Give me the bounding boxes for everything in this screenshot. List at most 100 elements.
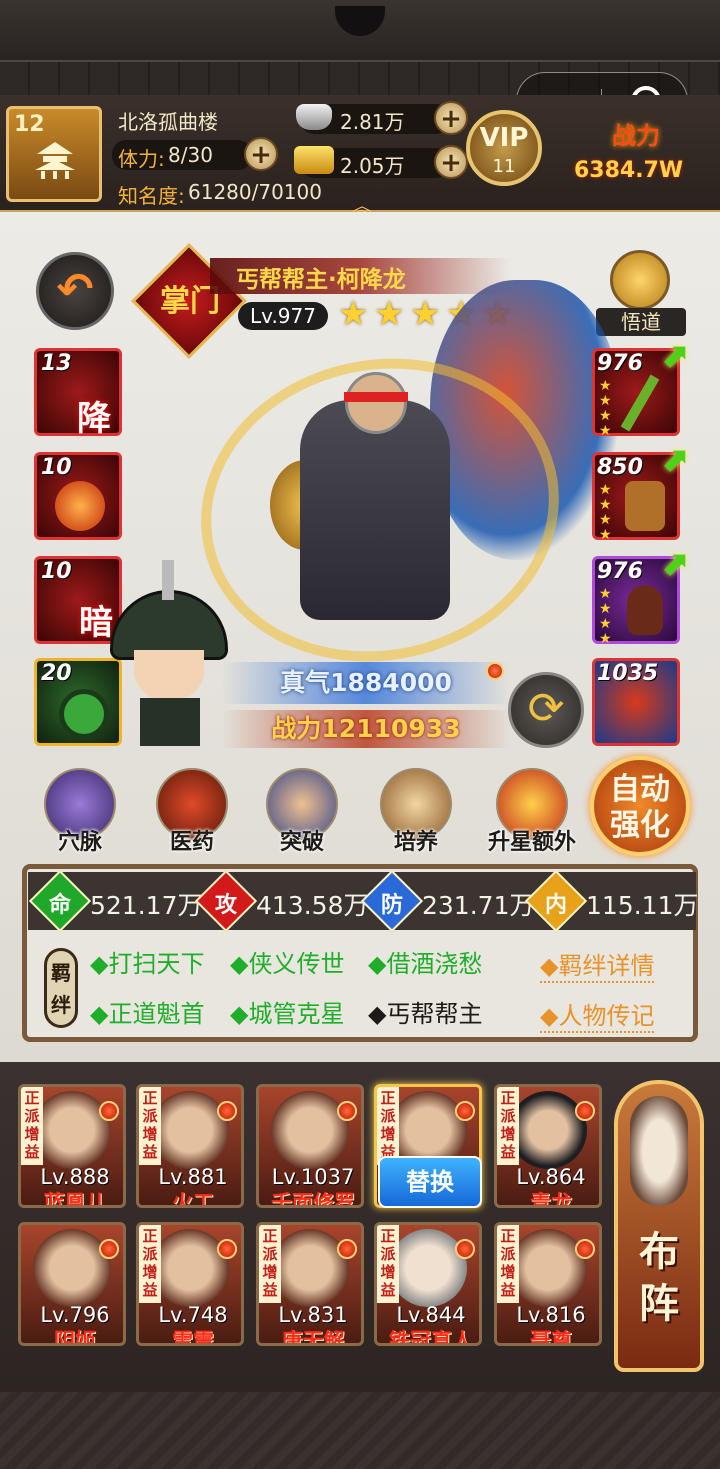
upgrade-arrow-icon: ⬈	[660, 440, 689, 480]
chibi-guide-face	[134, 650, 204, 700]
star-up-extra-label: 升星额外	[487, 830, 576, 855]
cultivate-button[interactable]: 培养	[372, 768, 460, 856]
equipment-level: 976	[597, 559, 643, 584]
hero-head-artwork	[345, 372, 407, 434]
skill-level: 20	[41, 661, 72, 686]
back-button[interactable]: ↶	[36, 252, 114, 330]
star-icon: ★	[410, 294, 441, 334]
add-silver-button[interactable]: +	[434, 101, 468, 135]
faction-tag: 正派增益	[21, 1087, 43, 1165]
faction-tag: 正派增益	[377, 1225, 399, 1303]
medicine-button[interactable]: 医药	[148, 768, 236, 856]
bond-item[interactable]: ◆侠义传世	[230, 944, 344, 979]
skill-slot-4[interactable]: 20	[34, 658, 122, 746]
medicine-label: 医药	[169, 830, 214, 855]
floor-decoration	[0, 1392, 720, 1469]
skill-glyph: 暗	[79, 603, 113, 643]
notification-dot	[99, 1239, 119, 1259]
bond-item[interactable]: ◆借酒浇愁	[368, 944, 482, 979]
enlightenment-icon[interactable]	[610, 250, 670, 310]
enlightenment-label[interactable]: 悟道	[596, 308, 686, 336]
player-level: 12	[14, 112, 45, 137]
notification-dot	[99, 1101, 119, 1121]
gold-ingot-icon	[294, 146, 334, 174]
vip-badge[interactable]: VIP 11	[466, 110, 542, 186]
skill-glyph: 降	[77, 399, 111, 439]
inner-power-value: 115.11万	[586, 891, 699, 920]
bond-item[interactable]: ◆正道魁首	[90, 994, 204, 1029]
auto-strengthen-button[interactable]: 自动 强化	[590, 756, 690, 856]
fire-skill-icon	[55, 481, 105, 531]
skill-level: 10	[41, 559, 72, 584]
notification-dot	[455, 1239, 475, 1259]
team-member-card[interactable]: 正派增益 Lv.844 铁冠真人	[374, 1222, 482, 1346]
bond-item-inactive[interactable]: ◆丐帮帮主	[368, 994, 482, 1029]
notification-dot	[337, 1101, 357, 1121]
fame-value: 61280/70100	[188, 180, 322, 204]
team-member-card[interactable]: 正派增益 Lv.888 蓝凰儿	[18, 1084, 126, 1208]
faction-tag: 正派增益	[497, 1087, 519, 1165]
meridian-button[interactable]: 穴脉	[36, 768, 124, 856]
faction-tag: 正派增益	[377, 1087, 399, 1165]
add-gold-button[interactable]: +	[434, 145, 468, 179]
bond-details-link[interactable]: ◆羁绊详情	[540, 946, 655, 983]
member-level: Lv.888	[40, 1165, 110, 1189]
chibi-guide-body[interactable]	[140, 698, 200, 746]
faction-tag: 正派增益	[139, 1225, 161, 1303]
equipment-slot-mount[interactable]: 1035	[592, 658, 680, 746]
team-member-card[interactable]: 正派增益 Lv.831 唐无解	[256, 1222, 364, 1346]
hero-power-value: 战力12110933	[222, 710, 510, 748]
star-icon: ★	[374, 294, 405, 334]
bond-item[interactable]: ◆城管克星	[230, 994, 344, 1029]
team-member-card[interactable]: 正派增益 Lv.864 青龙	[494, 1084, 602, 1208]
skill-slot-3[interactable]: 10 暗	[34, 556, 122, 644]
notification-dot	[575, 1101, 595, 1121]
formation-label[interactable]: 布阵	[626, 1226, 692, 1330]
meridian-label: 穴脉	[57, 830, 102, 855]
hero-portrait	[151, 1229, 229, 1307]
cultivate-label: 培养	[393, 830, 438, 855]
member-level: Lv.844	[396, 1303, 466, 1327]
team-member-card[interactable]: 正派增益 Lv.748 雷震	[136, 1222, 244, 1346]
equipment-stars: ★ ★ ★ ★	[599, 482, 612, 543]
team-member-card[interactable]: 正派增益 Lv.881 火工	[136, 1084, 244, 1208]
team-member-card[interactable]: Lv.796 阴姬	[18, 1222, 126, 1346]
add-stamina-button[interactable]: +	[244, 137, 278, 171]
upgrade-arrow-icon: ⬈	[660, 336, 689, 376]
stamina-label: 体力:	[118, 147, 165, 171]
hero-portrait	[151, 1091, 229, 1169]
member-name: 铁冠真人	[389, 1329, 473, 1346]
silver-ingot-icon	[296, 104, 332, 130]
breakthrough-label: 突破	[279, 830, 324, 855]
team-member-card[interactable]: 正派增益 Lv.816 聂尊	[494, 1222, 602, 1346]
faction-tag: 正派增益	[139, 1087, 161, 1165]
notification-dot	[217, 1239, 237, 1259]
player-name: 北洛孤曲楼	[118, 110, 218, 134]
hero-portrait	[509, 1091, 587, 1169]
member-name: 蓝凰儿	[43, 1191, 107, 1208]
refresh-button[interactable]: ⟳	[508, 672, 584, 748]
member-level: Lv.1037	[271, 1165, 355, 1189]
combat-power-value: 6384.7W	[574, 158, 684, 183]
member-name: 雷震	[172, 1329, 214, 1346]
breakthrough-button[interactable]: 突破	[258, 768, 346, 856]
vip-level: 11	[492, 156, 516, 177]
member-name: 千面修罗	[271, 1191, 355, 1208]
hero-portrait	[33, 1229, 111, 1307]
skill-slot-2[interactable]: 10	[34, 452, 122, 540]
team-member-card[interactable]: Lv.1037 千面修罗	[256, 1084, 364, 1208]
hero-portrait	[271, 1229, 349, 1307]
member-name: 唐无解	[281, 1329, 345, 1346]
stamina-value: 8/30	[168, 143, 213, 167]
faction-tag: 正派增益	[497, 1225, 519, 1303]
member-level: Lv.748	[158, 1303, 228, 1327]
formation-portrait	[630, 1096, 688, 1206]
member-level: Lv.881	[158, 1165, 228, 1189]
hero-headband-artwork	[344, 392, 408, 402]
star-up-extra-button[interactable]: 升星额外	[482, 768, 582, 856]
biography-link[interactable]: ◆人物传记	[540, 996, 655, 1033]
skill-slot-1[interactable]: 13 降	[34, 348, 122, 439]
swap-button[interactable]: 替换	[378, 1156, 482, 1208]
roof-ornament	[335, 6, 385, 36]
bond-item[interactable]: ◆打扫天下	[90, 944, 204, 979]
